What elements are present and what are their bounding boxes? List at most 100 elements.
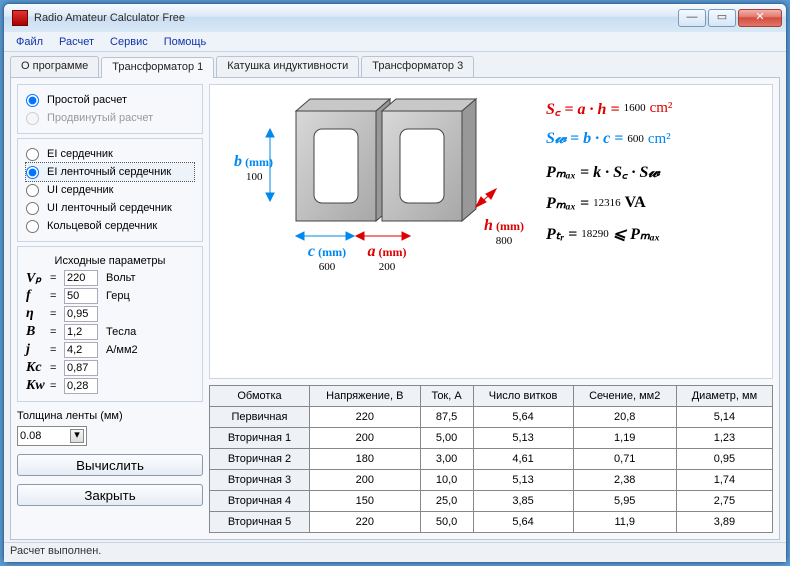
radio-ring-core[interactable]: Кольцевой сердечник [26,217,194,235]
radio-ei-tape-core[interactable]: EI ленточный сердечник [26,163,194,181]
thickness-combo[interactable]: 0.08 ▾ [17,426,87,446]
calculate-button[interactable]: Вычислить [17,454,203,476]
table-cell: Первичная [210,407,310,428]
table-cell: 220 [310,407,421,428]
radio-ei-core-input[interactable] [26,148,39,161]
param-vp-sym: Vₚ [26,270,46,287]
param-b-sym: B [26,324,46,340]
param-kc: Kc= [26,359,194,377]
table-cell: 20,8 [573,407,676,428]
param-vp-input[interactable] [64,270,98,286]
param-f-input[interactable] [64,288,98,304]
radio-simple-calc-label: Простой расчет [47,94,127,106]
param-eta-sym: η [26,306,46,322]
param-f-unit: Герц [106,290,130,302]
table-cell: 3,00 [420,449,473,470]
menu-service[interactable]: Сервис [102,36,156,48]
left-panel: Простой расчет Продвинутый расчет EI сер… [17,84,203,533]
menu-bar: Файл Расчет Сервис Помощь [4,32,786,52]
table-cell: 2,38 [573,470,676,491]
menu-help[interactable]: Помощь [156,36,215,48]
param-j: j= А/мм2 [26,341,194,359]
param-f: f= Герц [26,287,194,305]
tab-coil[interactable]: Катушка индуктивности [216,56,359,77]
app-icon [12,10,28,26]
radio-ui-tape-core[interactable]: UI ленточный сердечник [26,199,194,217]
params-group: Исходные параметры Vₚ= Вольт f= Герц η= [17,246,203,402]
formula-ptr: Pₜᵣ = 18290 ⩽ Pₘₐₓ [546,224,764,244]
param-j-input[interactable] [64,342,98,358]
table-cell: 5,64 [473,512,573,533]
table-cell: 5,14 [676,407,772,428]
tab-transformer-3[interactable]: Трансформатор 3 [361,56,474,77]
table-cell: Вторичная 3 [210,470,310,491]
table-cell: 200 [310,428,421,449]
dim-h-label: h (mm) 800 [484,217,524,247]
dim-b-label: b (mm) 100 [234,153,273,183]
radio-ring-core-input[interactable] [26,220,39,233]
param-eta-input[interactable] [64,306,98,322]
table-row: Вторичная 522050,05,6411,93,89 [210,512,773,533]
chevron-down-icon[interactable]: ▾ [70,429,84,443]
core-diagram: b (mm) 100 c (mm) 600 a (mm) 200 [216,91,546,372]
radio-ei-core-label: EI сердечник [47,148,113,160]
param-f-sym: f [26,288,46,304]
table-cell: 11,9 [573,512,676,533]
menu-file[interactable]: Файл [8,36,51,48]
tab-strip: О программе Трансформатор 1 Катушка инду… [10,56,780,78]
table-cell: 25,0 [420,491,473,512]
tab-transformer-1[interactable]: Трансформатор 1 [101,57,214,78]
radio-ei-tape-core-label: EI ленточный сердечник [47,166,171,178]
param-b-input[interactable] [64,324,98,340]
radio-ui-core-input[interactable] [26,184,39,197]
table-cell: 0,95 [676,449,772,470]
table-cell: 150 [310,491,421,512]
radio-ei-core[interactable]: EI сердечник [26,145,194,163]
radio-ui-core[interactable]: UI сердечник [26,181,194,199]
table-cell: Вторичная 4 [210,491,310,512]
table-cell: 3,85 [473,491,573,512]
menu-calc[interactable]: Расчет [51,36,102,48]
thickness-label: Толщина ленты (мм) [17,410,203,422]
param-eta: η= [26,305,194,323]
title-bar: Radio Amateur Calculator Free — ▭ ✕ [4,4,786,32]
calc-mode-group: Простой расчет Продвинутый расчет [17,84,203,134]
param-kw-input[interactable] [64,378,98,394]
window-title: Radio Amateur Calculator Free [34,12,676,24]
dim-c-label: c (mm) 600 [302,243,352,273]
table-header: Сечение, мм2 [573,386,676,407]
table-row: Первичная22087,55,6420,85,14 [210,407,773,428]
param-kc-sym: Kc [26,360,46,376]
dim-a-label: a (mm) 200 [362,243,412,273]
table-cell: 5,13 [473,470,573,491]
radio-ring-core-label: Кольцевой сердечник [47,220,157,232]
minimize-button[interactable]: — [678,9,706,27]
radio-simple-calc[interactable]: Простой расчет [26,91,194,109]
table-cell: 3,89 [676,512,772,533]
param-kc-input[interactable] [64,360,98,376]
windings-table: ОбмоткаНапряжение, ВТок, АЧисло витковСе… [209,385,773,533]
table-cell: Вторичная 2 [210,449,310,470]
table-cell: Вторичная 1 [210,428,310,449]
radio-advanced-calc-input [26,112,39,125]
close-button[interactable]: Закрыть [17,484,203,506]
table-row: Вторичная 415025,03,855,952,75 [210,491,773,512]
maximize-button[interactable]: ▭ [708,9,736,27]
tab-about[interactable]: О программе [10,56,99,77]
status-text: Расчет выполнен. [10,545,101,557]
table-cell: 5,13 [473,428,573,449]
table-cell: 50,0 [420,512,473,533]
radio-ui-core-label: UI сердечник [47,184,113,196]
radio-ui-tape-core-input[interactable] [26,202,39,215]
tab-content: Простой расчет Продвинутый расчет EI сер… [10,78,780,540]
table-cell: 180 [310,449,421,470]
table-cell: 5,95 [573,491,676,512]
table-cell: 4,61 [473,449,573,470]
params-title: Исходные параметры [26,255,194,267]
radio-ei-tape-core-input[interactable] [26,166,39,179]
core-type-group: EI сердечник EI ленточный сердечник UI с… [17,138,203,242]
close-window-button[interactable]: ✕ [738,9,782,27]
radio-ui-tape-core-label: UI ленточный сердечник [47,202,172,214]
radio-simple-calc-input[interactable] [26,94,39,107]
client-area: О программе Трансформатор 1 Катушка инду… [4,52,786,542]
